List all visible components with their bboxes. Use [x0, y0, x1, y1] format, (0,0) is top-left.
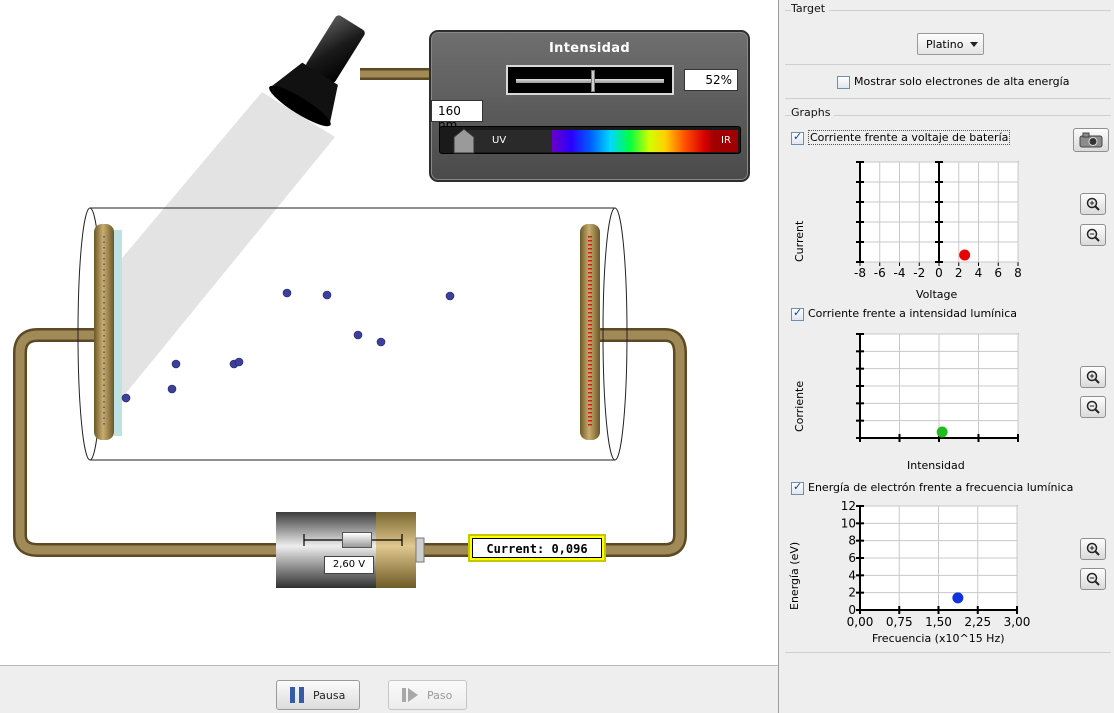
electron	[322, 290, 332, 300]
chevron-down-icon	[970, 42, 978, 47]
x-tick-label: -4	[894, 266, 906, 280]
current-vs-voltage-checkbox[interactable]	[791, 130, 804, 145]
battery	[276, 512, 425, 588]
zoom-out-icon	[1086, 228, 1100, 242]
data-point	[936, 426, 948, 438]
current-vs-intensity-graph	[856, 333, 1019, 442]
energy-vs-frequency-graph: 0,00 0,75 1,50 2,25 3,00 0 2 4 6 8 10 12	[841, 499, 1031, 629]
energy-vs-frequency-label: Energía de electrón frente a frecuencia …	[808, 481, 1074, 494]
electron	[121, 393, 131, 403]
x-tick-label: 4	[975, 266, 983, 280]
graph2-zoom-in-button[interactable]	[1080, 366, 1106, 388]
target-section-title: Target	[791, 2, 830, 15]
target-select-value: Platino	[926, 38, 964, 51]
x-tick-label: -2	[913, 266, 925, 280]
step-button[interactable]: Paso	[388, 680, 468, 710]
x-tick-label: 1,50	[925, 615, 952, 629]
x-tick-label: 8	[1014, 266, 1022, 280]
control-panel: Target Platino Mostrar solo electrones d…	[778, 0, 1114, 713]
x-tick-label: -6	[874, 266, 886, 280]
graph1-zoom-in-button[interactable]	[1080, 193, 1106, 215]
simulation-canvas: Intensidad 52% 160 nm UV IR 2,60 V Curre…	[0, 0, 778, 665]
graph3-zoom-out-button[interactable]	[1080, 568, 1106, 590]
current-vs-voltage-label: Corriente frente a voltaje de batería	[808, 130, 1011, 145]
battery-voltage-slider-thumb[interactable]	[342, 532, 372, 548]
electron	[376, 337, 386, 347]
current-vs-intensity-checkbox[interactable]	[791, 306, 804, 321]
battery-voltage-field[interactable]: 2,60 V	[324, 556, 374, 574]
current-vs-intensity-x-title: Intensidad	[907, 459, 965, 472]
energy-vs-frequency-y-title: Energía (eV)	[788, 541, 801, 610]
zoom-in-icon	[1086, 197, 1100, 211]
snapshot-button[interactable]	[1073, 128, 1109, 152]
zoom-out-icon	[1086, 572, 1100, 586]
y-tick-label: 6	[848, 551, 856, 565]
electron	[445, 291, 455, 301]
playback-bar: Pausa Paso	[0, 665, 778, 713]
x-tick-label: 2	[955, 266, 963, 280]
y-tick-label: 12	[841, 499, 856, 513]
x-tick-label: 2,25	[964, 615, 991, 629]
divider	[785, 652, 1111, 653]
y-tick-label: 2	[848, 586, 856, 600]
y-tick-label: 8	[848, 534, 856, 548]
zoom-in-icon	[1086, 370, 1100, 384]
y-tick-label: 4	[848, 568, 856, 582]
energy-vs-frequency-x-title: Frecuencia (x10^15 Hz)	[872, 632, 1005, 645]
divider	[785, 64, 1111, 65]
graphs-section-title: Graphs	[791, 106, 835, 119]
pause-icon	[290, 687, 304, 703]
y-tick-label: 10	[841, 516, 856, 530]
x-tick-label: 6	[994, 266, 1002, 280]
energy-vs-frequency-checkbox[interactable]	[791, 480, 804, 495]
target-select[interactable]: Platino	[917, 33, 984, 55]
x-tick-label: 0,00	[847, 615, 874, 629]
y-tick-label: 0	[848, 603, 856, 617]
x-tick-label: -8	[854, 266, 866, 280]
current-readout-text: Current: 0,096	[472, 538, 602, 558]
camera-icon	[1079, 132, 1103, 148]
data-point	[952, 592, 964, 604]
graph2-zoom-out-button[interactable]	[1080, 396, 1106, 418]
zoom-out-icon	[1086, 400, 1100, 414]
divider	[785, 98, 1111, 99]
pause-label: Pausa	[313, 688, 346, 702]
current-vs-voltage-graph: -8 -6 -4 -2 0 2 4 6 8	[854, 161, 1022, 280]
current-vs-intensity-y-title: Corriente	[793, 380, 806, 432]
electron	[234, 357, 244, 367]
step-label: Paso	[427, 688, 453, 702]
energy-vs-frequency-checkbox-row[interactable]: Energía de electrón frente a frecuencia …	[791, 480, 1074, 495]
current-vs-voltage-y-title: Current	[793, 220, 806, 262]
current-vs-voltage-checkbox-row[interactable]: Corriente frente a voltaje de batería	[791, 130, 1011, 145]
high-energy-checkbox-row[interactable]: Mostrar solo electrones de alta energía	[837, 75, 1069, 89]
electron	[167, 384, 177, 394]
high-energy-checkbox[interactable]	[837, 75, 850, 89]
current-vs-voltage-x-title: Voltage	[916, 288, 958, 301]
high-energy-checkbox-label: Mostrar solo electrones de alta energía	[854, 75, 1070, 88]
target-section-border	[785, 10, 1111, 11]
data-point	[959, 249, 971, 261]
current-readout: Current: 0,096	[468, 534, 606, 562]
pause-button[interactable]: Pausa	[276, 680, 361, 710]
electron	[353, 330, 363, 340]
step-icon	[402, 688, 418, 702]
graph1-zoom-out-button[interactable]	[1080, 224, 1106, 246]
electron	[282, 288, 292, 298]
electron	[171, 359, 181, 369]
x-tick-label: 0	[935, 266, 943, 280]
zoom-in-icon	[1086, 542, 1100, 556]
current-vs-intensity-checkbox-row[interactable]: Corriente frente a intensidad lumínica	[791, 306, 1018, 321]
x-tick-label: 3,00	[1004, 615, 1031, 629]
graph3-zoom-in-button[interactable]	[1080, 538, 1106, 560]
current-vs-intensity-label: Corriente frente a intensidad lumínica	[808, 307, 1018, 320]
x-tick-label: 0,75	[886, 615, 913, 629]
